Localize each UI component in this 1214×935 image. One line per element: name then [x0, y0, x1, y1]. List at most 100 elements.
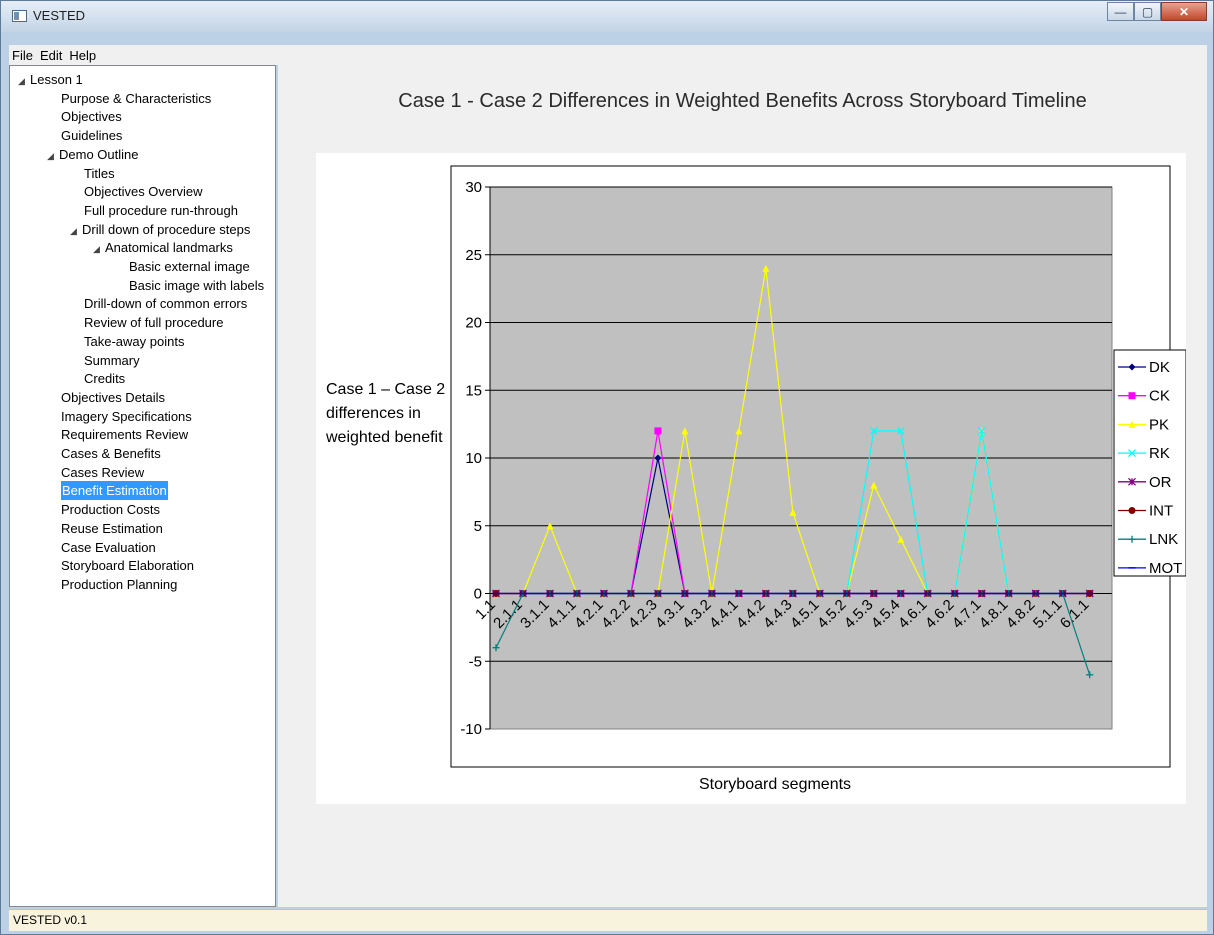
tree-item-label: Anatomical landmarks	[105, 240, 233, 256]
tree-item-label: Full procedure run-through	[84, 202, 238, 218]
y-tick-label: 30	[465, 179, 482, 196]
y-tick-label: 10	[465, 450, 482, 467]
tree-item[interactable]: Guidelines	[61, 126, 122, 145]
tree-item[interactable]: Production Planning	[61, 575, 177, 594]
expand-arrow-icon[interactable]: ◢	[93, 240, 105, 259]
tree-item[interactable]: ◢ Demo Outline	[47, 145, 138, 164]
app-window: VESTED — ▢ ✕ File Edit Help ◢ Lesson 1 Pur…	[0, 0, 1214, 935]
tree-item[interactable]: Case Evaluation	[61, 538, 156, 557]
menu-bar: File Edit Help	[9, 45, 1207, 65]
tree-item[interactable]: Requirements Review	[61, 425, 188, 444]
lesson-tree[interactable]: ◢ Lesson 1 Purpose & Characteristics Object…	[9, 65, 276, 907]
tree-item-label: Drill-down of common errors	[84, 296, 248, 312]
page-title: Case 1 - Case 2 Differences in Weighted …	[398, 90, 1087, 112]
tree-item[interactable]: Review of full procedure	[84, 313, 223, 332]
chart-area: Case 1 – Case 2 differences in weighted …	[316, 153, 1186, 804]
tree-item-label: Objectives Details	[61, 389, 166, 405]
tree-item[interactable]: Reuse Estimation	[61, 519, 163, 538]
tree-item-label: Objectives	[61, 109, 122, 125]
expand-arrow-icon[interactable]: ◢	[47, 147, 59, 166]
y-tick-label: -10	[460, 721, 482, 738]
legend-label: INT	[1149, 503, 1173, 520]
y-tick-label: 5	[474, 518, 482, 535]
x-axis-title: Storyboard segments	[699, 776, 851, 793]
tree-item[interactable]: Basic external image	[129, 257, 250, 276]
expand-arrow-icon[interactable]: ◢	[18, 72, 30, 91]
tree-item[interactable]: Imagery Specifications	[61, 407, 192, 426]
data-point	[654, 427, 662, 435]
tree-item[interactable]: ◢ Drill down of procedure steps	[70, 220, 250, 239]
tree-item-label: Imagery Specifications	[61, 408, 192, 424]
tree-item[interactable]: Storyboard Elaboration	[61, 556, 194, 575]
menu-help[interactable]: Help	[66, 48, 100, 63]
status-bar: VESTED v0.1	[9, 909, 1207, 931]
tree-item[interactable]: Basic image with labels	[129, 276, 264, 295]
tree-item[interactable]: Objectives	[61, 107, 122, 126]
legend-label: PK	[1149, 416, 1169, 433]
tree-item[interactable]: Credits	[84, 369, 125, 388]
tree-item[interactable]: Objectives Details	[61, 388, 165, 407]
data-point	[1128, 392, 1136, 400]
tree-item[interactable]: Cases Review	[61, 463, 144, 482]
tree-item-label: Requirements Review	[61, 427, 189, 443]
legend-label: OR	[1149, 474, 1172, 491]
tree-item-label: Production Costs	[61, 502, 160, 518]
legend-label: RK	[1149, 445, 1170, 462]
legend-label: MOT	[1149, 560, 1182, 577]
tree-item[interactable]: Cases & Benefits	[61, 444, 161, 463]
y-tick-label: 15	[465, 382, 482, 399]
tree-item[interactable]: Drill-down of common errors	[84, 294, 247, 313]
tree-item-label: Titles	[84, 165, 115, 181]
tree-item-label: Drill down of procedure steps	[82, 221, 251, 237]
tree-item-label: Reuse Estimation	[61, 520, 163, 536]
menu-edit[interactable]: Edit	[37, 48, 66, 63]
tree-item-label: Demo Outline	[59, 146, 139, 162]
tree-item-label: Production Planning	[61, 576, 178, 592]
tree-item[interactable]: Titles	[84, 164, 115, 183]
main-panel: Case 1 - Case 2 Differences in Weighted …	[278, 65, 1207, 907]
tree-item[interactable]: ◢ Lesson 1	[18, 70, 83, 89]
tree-item-label: Lesson 1	[30, 72, 83, 87]
y-tick-label: -5	[469, 653, 482, 670]
tree-item-label: Cases Review	[61, 464, 145, 480]
y-tick-label: 25	[465, 247, 482, 264]
tree-item-label: Objectives Overview	[84, 184, 203, 200]
y-tick-label: 0	[474, 586, 482, 603]
tree-item[interactable]: Summary	[84, 351, 140, 370]
tree-item-label: Purpose & Characteristics	[61, 90, 212, 106]
tree-item-label: Summary	[84, 352, 140, 368]
tree-item-label: Storyboard Elaboration	[61, 558, 194, 574]
maximize-icon: ▢	[1141, 4, 1154, 19]
tree-item-label: Basic external image	[129, 259, 250, 274]
tree-item[interactable]: Benefit Estimation	[61, 481, 168, 501]
minimize-button[interactable]: —	[1107, 2, 1134, 21]
tree-item[interactable]: Take-away points	[84, 332, 184, 351]
legend-label: DK	[1149, 359, 1170, 376]
tree-item-label: Guidelines	[61, 128, 123, 144]
tree-item[interactable]: Objectives Overview	[84, 182, 202, 201]
tree-item-label: Review of full procedure	[84, 315, 224, 331]
tree-item-label: Take-away points	[84, 333, 185, 349]
minimize-icon: —	[1114, 4, 1127, 19]
menu-file[interactable]: File	[9, 48, 37, 63]
close-button[interactable]: ✕	[1161, 2, 1207, 21]
window-controls: — ▢ ✕	[1107, 2, 1207, 22]
window-title: VESTED	[33, 8, 86, 23]
tree-item-label: Basic image with labels	[129, 277, 265, 293]
close-icon: ✕	[1178, 4, 1190, 19]
tree-item[interactable]: Full procedure run-through	[84, 201, 238, 220]
y-tick-label: 20	[465, 315, 482, 332]
title-bar[interactable]: VESTED — ▢ ✕	[1, 1, 1213, 32]
tree-item-label: Benefit Estimation	[62, 483, 167, 499]
legend-label: CK	[1149, 388, 1170, 405]
expand-arrow-icon[interactable]: ◢	[70, 222, 82, 241]
tree-item[interactable]: Purpose & Characteristics	[61, 89, 211, 108]
tree-item-label: Cases & Benefits	[61, 446, 161, 461]
tree-item-label: Case Evaluation	[61, 539, 156, 555]
tree-item[interactable]: Production Costs	[61, 500, 160, 519]
app-icon	[12, 10, 27, 22]
maximize-button[interactable]: ▢	[1134, 2, 1161, 21]
line-chart: -10-50510152025301.12.1.13.1.14.1.14.2.1…	[450, 165, 1186, 793]
tree-item[interactable]: ◢ Anatomical landmarks	[93, 238, 233, 257]
legend-label: LNK	[1149, 531, 1178, 548]
